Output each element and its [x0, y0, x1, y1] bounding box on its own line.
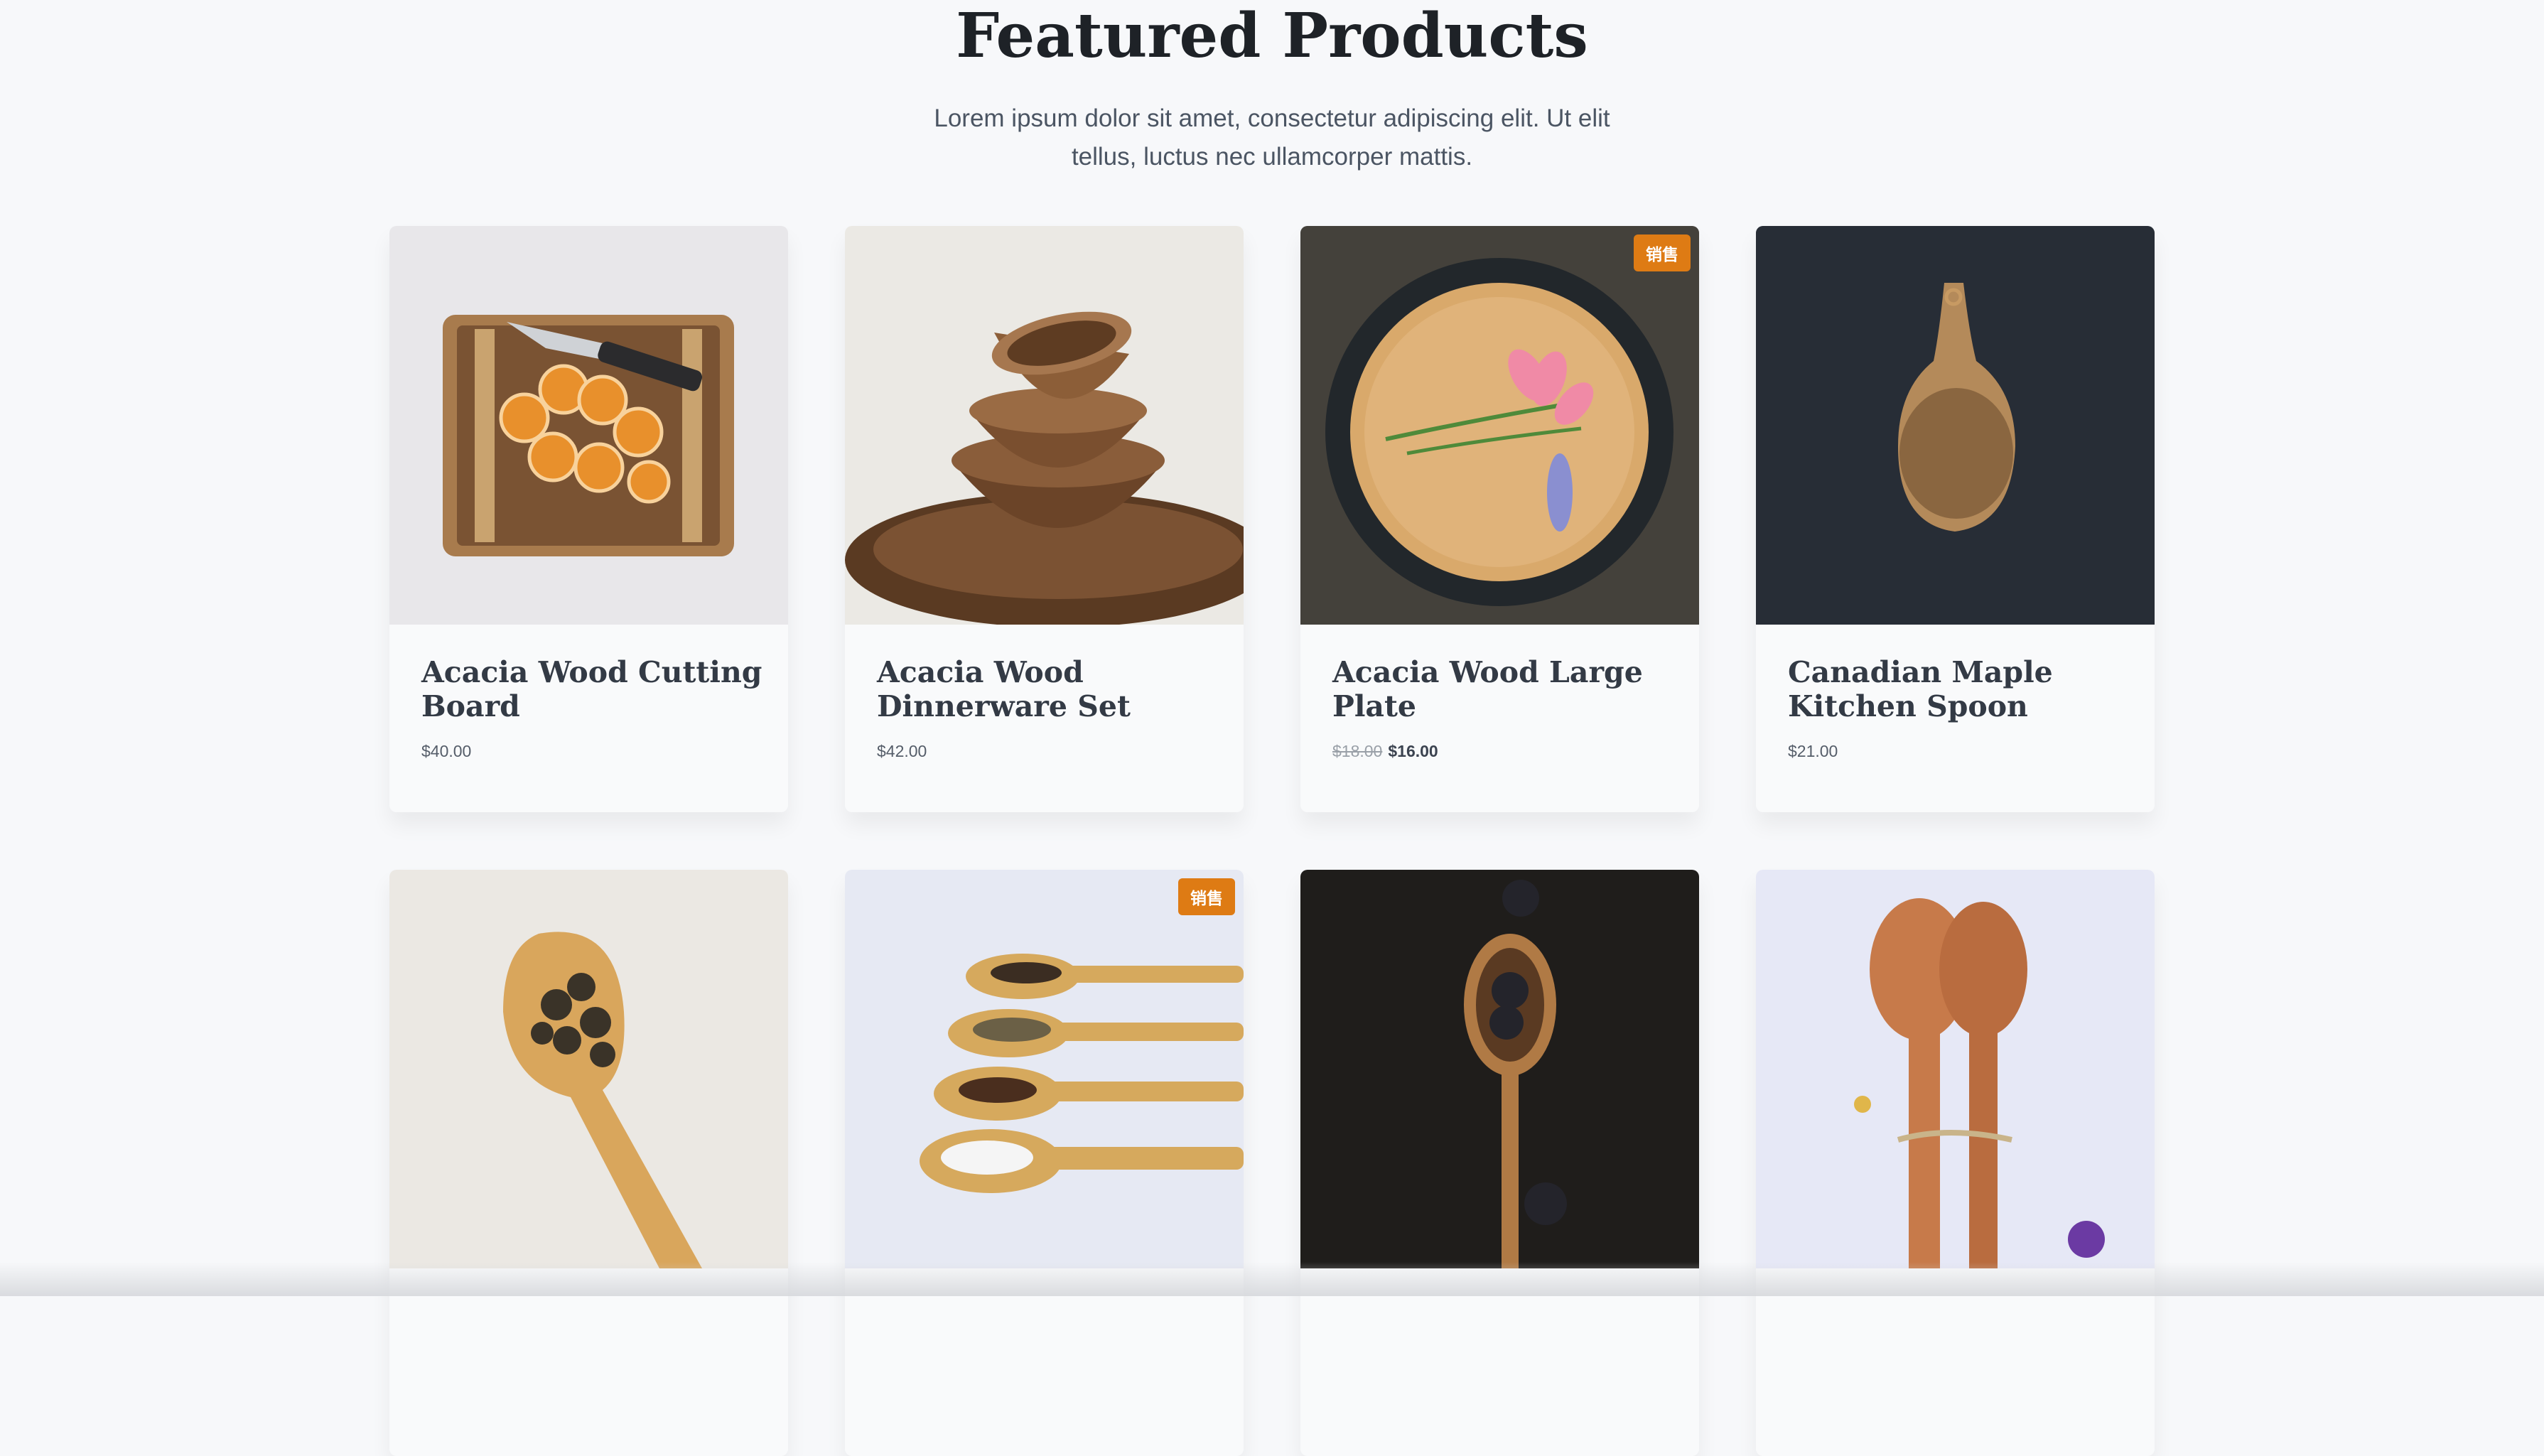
product-image-spoon-tea[interactable]: [389, 870, 788, 1268]
product-title-line: Kitchen Spoon: [1788, 689, 2028, 723]
sale-badge: 销售: [1634, 234, 1691, 271]
product-image-salad-servers[interactable]: [1756, 870, 2155, 1268]
subtitle-line-2: tellus, luctus nec ullamcorper mattis.: [1071, 143, 1473, 171]
old-price: $18.00: [1332, 742, 1383, 760]
section-title: Featured Products: [956, 0, 1588, 72]
product-title[interactable]: Acacia Wood Dinnerware Set: [877, 655, 1218, 723]
product-image-cutting-board[interactable]: [389, 226, 788, 625]
product-card-blackberry-spoon[interactable]: [1300, 870, 1699, 1456]
sale-badge: 销售: [1178, 878, 1235, 915]
product-title-line: Dinnerware Set: [877, 689, 1131, 723]
product-image-spice-spoons[interactable]: [845, 870, 1244, 1268]
product-image-dinnerware-set[interactable]: [845, 226, 1244, 625]
product-title-line: Acacia Wood Cutting: [421, 655, 762, 689]
product-title-line: Canadian Maple: [1788, 655, 2053, 689]
product-title[interactable]: Acacia Wood Large Plate: [1332, 655, 1673, 723]
product-price: $21.00: [1788, 742, 1838, 760]
product-card-maple-spoon[interactable]: Canadian Maple Kitchen Spoon $21.00: [1756, 226, 2155, 812]
section-subtitle: Lorem ipsum dolor sit amet, consectetur …: [917, 99, 1627, 176]
product-card-salad-servers[interactable]: [1756, 870, 2155, 1456]
product-title[interactable]: Canadian Maple Kitchen Spoon: [1788, 655, 2129, 723]
product-image-large-plate[interactable]: [1300, 226, 1699, 625]
product-image-maple-spoon[interactable]: [1756, 226, 2155, 625]
product-price: $18.00 $16.00: [1332, 742, 1438, 761]
product-title-line: Acacia Wood Large: [1332, 655, 1643, 689]
product-price: $42.00: [877, 742, 927, 760]
product-card-large-plate[interactable]: 销售 Acacia Wood Large Plate $18.00 $16.00: [1300, 226, 1699, 812]
product-title-line: Acacia Wood: [877, 655, 1084, 689]
product-card-spice-spoons[interactable]: 销售: [845, 870, 1244, 1456]
product-card-dinnerware-set[interactable]: Acacia Wood Dinnerware Set $42.00: [845, 226, 1244, 812]
subtitle-line-1: Lorem ipsum dolor sit amet, consectetur …: [934, 104, 1610, 132]
product-title-line: Plate: [1332, 689, 1416, 723]
product-title[interactable]: Acacia Wood Cutting Board: [421, 655, 762, 723]
sale-price: $16.00: [1388, 742, 1438, 760]
product-image-blackberry-spoon[interactable]: [1300, 870, 1699, 1268]
bottom-shadow: [0, 1262, 2544, 1296]
product-price: $40.00: [421, 742, 472, 760]
product-card-cutting-board[interactable]: Acacia Wood Cutting Board $40.00: [389, 226, 788, 812]
product-title-line: Board: [421, 689, 520, 723]
product-card-spoon-tea[interactable]: [389, 870, 788, 1456]
